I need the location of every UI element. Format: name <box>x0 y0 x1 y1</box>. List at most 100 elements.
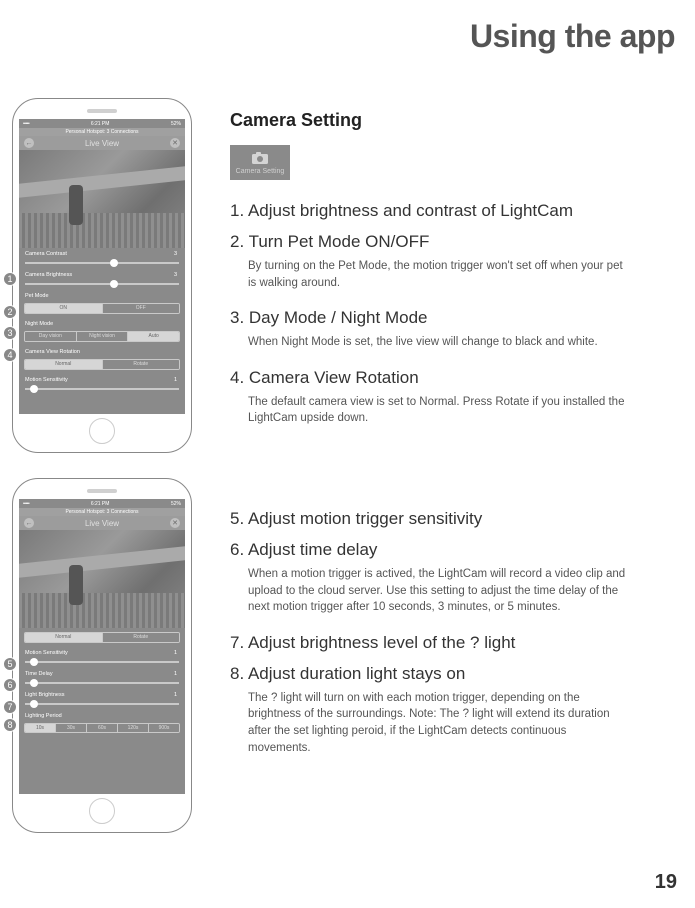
back-icon[interactable]: ← <box>24 138 34 148</box>
row-nightmode: Night Mode <box>19 318 185 329</box>
phone-screen-2: 6:21 PM 52% Personal Hotspot: 3 Connecti… <box>19 499 185 794</box>
camera-setting-tile-label: Camera Setting <box>236 168 285 175</box>
row-contrast: Camera Contrast 3 <box>19 248 185 259</box>
value-contrast: 3 <box>174 251 177 257</box>
signal-dots-icon <box>23 121 29 127</box>
label-lightperiod: Lighting Period <box>25 713 62 719</box>
screen-title: Live View <box>85 139 119 148</box>
label-nightmode: Night Mode <box>25 321 53 327</box>
home-button[interactable] <box>89 418 115 444</box>
segment-petmode[interactable]: ON OFF <box>24 303 180 314</box>
seg-60s[interactable]: 60s <box>86 724 117 732</box>
slider-brightness[interactable] <box>25 282 179 286</box>
segment-nightmode[interactable]: Day vision Night vision Auto <box>24 331 180 342</box>
page-number: 19 <box>655 871 677 894</box>
phone-mockup-2: 6:21 PM 52% Personal Hotspot: 3 Connecti… <box>12 478 192 833</box>
slider-contrast[interactable] <box>25 261 179 265</box>
value-timedelay: 1 <box>174 671 177 677</box>
phone-mockup-1: 6:21 PM 52% Personal Hotspot: 3 Connecti… <box>12 98 192 453</box>
slider-lightbright[interactable] <box>25 702 179 706</box>
callout-badge-6: 6 <box>3 678 17 692</box>
seg-120s[interactable]: 120s <box>117 724 148 732</box>
callout-badge-8: 8 <box>3 718 17 732</box>
title-bar: ← Live View ✕ <box>19 136 185 150</box>
settings-panel-1: Camera Contrast 3 Camera Brightness 3 Pe… <box>19 248 185 391</box>
status-time: 6:21 PM <box>91 501 110 507</box>
row-timedelay: Time Delay 1 <box>19 668 185 679</box>
segment-rotation[interactable]: Normal Rotate <box>24 359 180 370</box>
camera-live-view <box>19 150 185 248</box>
label-timedelay: Time Delay <box>25 671 53 677</box>
callout-badge-3: 3 <box>3 326 17 340</box>
section-title: Camera Setting <box>230 110 665 131</box>
segment-rotation-2[interactable]: Normal Rotate <box>24 632 180 643</box>
label-motion: Motion Sensitivity <box>25 377 68 383</box>
slider-timedelay[interactable] <box>25 681 179 685</box>
instr-2-sub: By turning on the Pet Mode, the motion t… <box>248 258 628 291</box>
screen-title: Live View <box>85 519 119 528</box>
hotspot-bar: Personal Hotspot: 3 Connections <box>19 128 185 136</box>
content-block-1: Camera Setting Camera Setting 1. Adjust … <box>230 110 665 435</box>
label-rotation: Camera View Rotation <box>25 349 80 355</box>
status-bar: 6:21 PM 52% <box>19 499 185 508</box>
row-motion: Motion Sensitivity 1 <box>19 374 185 385</box>
hotspot-bar: Personal Hotspot: 3 Connections <box>19 508 185 516</box>
title-bar: ← Live View ✕ <box>19 516 185 530</box>
instr-6-sub: When a motion trigger is actived, the Li… <box>248 566 628 616</box>
label-lightbright: Light Brightness <box>25 692 64 698</box>
slider-motion-2[interactable] <box>25 660 179 664</box>
close-icon[interactable]: ✕ <box>170 518 180 528</box>
instr-1: 1. Adjust brightness and contrast of Lig… <box>230 200 665 223</box>
row-lightbright: Light Brightness 1 <box>19 689 185 700</box>
seg-10s[interactable]: 10s <box>25 724 55 732</box>
row-motion-2: Motion Sensitivity 1 <box>19 647 185 658</box>
row-petmode: Pet Mode <box>19 290 185 301</box>
value-lightbright: 1 <box>174 692 177 698</box>
seg-normal[interactable]: Normal <box>25 360 102 369</box>
settings-panel-2: Normal Rotate Motion Sensitivity 1 Time … <box>19 632 185 733</box>
seg-rotate[interactable]: Rotate <box>102 360 180 369</box>
back-icon[interactable]: ← <box>24 518 34 528</box>
callout-badge-4: 4 <box>3 348 17 362</box>
seg-night[interactable]: Night vision <box>76 332 128 341</box>
instr-8-sub: The ? light will turn on with each motio… <box>248 690 628 757</box>
instr-3-sub: When Night Mode is set, the live view wi… <box>248 334 628 351</box>
instr-4-sub: The default camera view is set to Normal… <box>248 394 628 427</box>
seg-900s[interactable]: 900s <box>148 724 179 732</box>
camera-setting-tile: Camera Setting <box>230 145 290 180</box>
page-title: Using the app <box>470 18 675 55</box>
seg-auto[interactable]: Auto <box>127 332 179 341</box>
value-brightness: 3 <box>174 272 177 278</box>
seg-petmode-off[interactable]: OFF <box>102 304 180 313</box>
row-brightness: Camera Brightness 3 <box>19 269 185 280</box>
phone-speaker <box>87 109 117 113</box>
value-motion: 1 <box>174 377 177 383</box>
phone-speaker <box>87 489 117 493</box>
phone-screen-1: 6:21 PM 52% Personal Hotspot: 3 Connecti… <box>19 119 185 414</box>
value-motion-2: 1 <box>174 650 177 656</box>
segment-lightperiod[interactable]: 10s 30s 60s 120s 900s <box>24 723 180 733</box>
callout-badge-2: 2 <box>3 305 17 319</box>
row-rotation: Camera View Rotation <box>19 346 185 357</box>
row-lightperiod: Lighting Period <box>19 710 185 721</box>
home-button[interactable] <box>89 798 115 824</box>
seg-petmode-on[interactable]: ON <box>25 304 102 313</box>
seg-rotate-2[interactable]: Rotate <box>102 633 180 642</box>
instr-5: 5. Adjust motion trigger sensitivity <box>230 508 665 531</box>
status-battery: 52% <box>171 501 181 507</box>
seg-day[interactable]: Day vision <box>25 332 76 341</box>
label-contrast: Camera Contrast <box>25 251 67 257</box>
instr-7: 7. Adjust brightness level of the ? ligh… <box>230 632 665 655</box>
status-time: 6:21 PM <box>91 121 110 127</box>
seg-normal-2[interactable]: Normal <box>25 633 102 642</box>
instr-2: 2. Turn Pet Mode ON/OFF <box>230 231 665 254</box>
slider-motion[interactable] <box>25 387 179 391</box>
instr-8: 8. Adjust duration light stays on <box>230 663 665 686</box>
instr-4: 4. Camera View Rotation <box>230 367 665 390</box>
status-bar: 6:21 PM 52% <box>19 119 185 128</box>
label-petmode: Pet Mode <box>25 293 49 299</box>
seg-30s[interactable]: 30s <box>55 724 86 732</box>
status-battery: 52% <box>171 121 181 127</box>
callout-badge-7: 7 <box>3 700 17 714</box>
close-icon[interactable]: ✕ <box>170 138 180 148</box>
